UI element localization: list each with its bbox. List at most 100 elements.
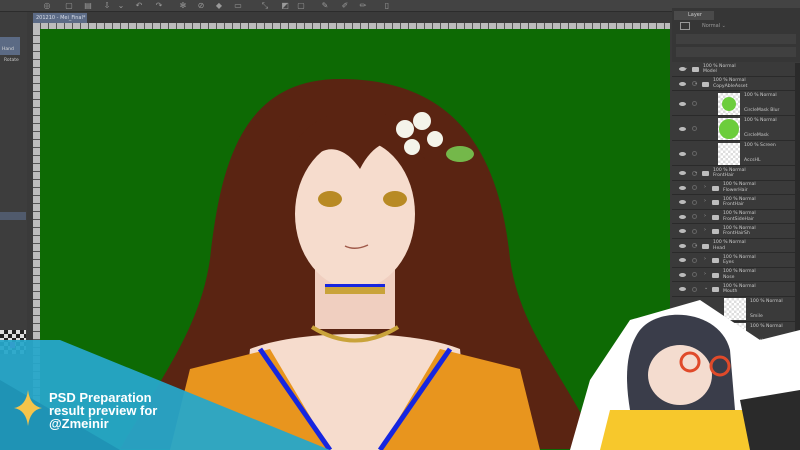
layer-row[interactable]: › 100 % Normal FlowerHair (672, 180, 800, 195)
folder-icon (712, 258, 719, 264)
layer-name: FrontHairSh (723, 231, 750, 236)
layer-row[interactable]: › 100 % Normal FrontHairSh (672, 224, 800, 239)
settings-icon[interactable]: ✻ (178, 1, 188, 10)
fill-icon[interactable]: ◆ (214, 1, 224, 10)
brush-icon[interactable]: ✐ (340, 1, 350, 10)
visibility-eye-icon[interactable] (679, 287, 686, 292)
undo-icon[interactable]: ↶ (134, 1, 144, 10)
layer-row[interactable]: 100 % Normal CircleMask Blur (672, 91, 800, 116)
layer-row[interactable]: › 100 % Normal FrontHair (672, 195, 800, 210)
layer-row[interactable]: › 100 % Normal Nose (672, 267, 800, 282)
folder-icon (702, 243, 709, 249)
visibility-eye-icon[interactable] (679, 101, 686, 106)
layer-lock-checkbox[interactable] (692, 185, 697, 191)
layer-toolbar-2 (676, 47, 796, 57)
visibility-eye-icon[interactable] (679, 126, 686, 131)
layer-row[interactable]: ⌄ 100 % Normal Model (672, 62, 800, 77)
open-folder-icon[interactable]: ▤ (83, 1, 93, 10)
layer-row[interactable]: 100 % Normal CircleMask (672, 116, 800, 141)
layer-row[interactable]: ⌄ 100 % Normal FrontHair (672, 166, 800, 181)
visibility-eye-icon[interactable] (679, 258, 686, 263)
hand-tool-button[interactable]: Hand (0, 45, 20, 55)
expand-chevron-icon[interactable]: ⌄ (704, 286, 708, 292)
layer-row[interactable]: ⌄ 100 % Normal CopyAbleAsset (672, 76, 800, 91)
expand-chevron-icon[interactable]: ⌄ (694, 80, 698, 87)
layer-lock-checkbox[interactable] (692, 126, 697, 131)
layer-lock-checkbox[interactable] (692, 228, 697, 234)
layer-row[interactable]: › 100 % Normal FrontSideHair (672, 209, 800, 224)
expand-chevron-icon[interactable]: › (704, 228, 706, 234)
folder-icon (712, 287, 719, 293)
layer-name: Eyes (723, 260, 734, 265)
expand-chevron-icon[interactable]: › (704, 199, 706, 205)
crop-icon[interactable]: ▭ (233, 1, 243, 10)
folder-icon (712, 272, 719, 278)
layer-row[interactable]: › 100 % Normal Eyes (672, 253, 800, 268)
save-icon[interactable]: ⇩ (102, 1, 112, 10)
gradient-icon[interactable]: ◩ (280, 1, 290, 10)
blend-dropdown-icon[interactable] (680, 22, 690, 30)
visibility-eye-icon[interactable] (679, 200, 686, 205)
chevron-down-icon[interactable]: ⌄ (116, 1, 126, 10)
layer-lock-checkbox[interactable] (692, 151, 697, 156)
layer-name: CopyAbleAsset (713, 83, 748, 89)
redo-icon[interactable]: ↷ (154, 1, 164, 10)
subtool-header (0, 212, 26, 220)
visibility-eye-icon[interactable] (679, 151, 686, 156)
expand-chevron-icon[interactable]: ⌄ (694, 170, 698, 176)
tool-tab[interactable] (0, 37, 20, 45)
blend-mode-select[interactable]: Normal ⌄ (702, 22, 732, 31)
promo-handle: @Zmeinir (49, 416, 109, 431)
rotate-label: Rotate (4, 58, 19, 63)
clear-icon[interactable]: ⊘ (196, 1, 206, 10)
layer-name: FrontHair (713, 173, 735, 178)
eye-right (383, 191, 407, 207)
expand-chevron-icon[interactable]: ⌄ (694, 242, 698, 249)
layer-lock-checkbox[interactable] (692, 199, 697, 205)
expand-chevron-icon[interactable]: › (704, 271, 706, 278)
document-tab[interactable]: 201210 - Mei_Final* × (33, 13, 87, 31)
navigator-icon[interactable]: ◎ (42, 1, 52, 10)
expand-chevron-icon[interactable]: › (704, 257, 706, 263)
folder-icon (712, 185, 719, 191)
layer-tab[interactable]: Layer (674, 11, 714, 20)
layer-name: FlowerHair (723, 187, 748, 193)
layer-row[interactable]: 100 % Screen AccsHL (672, 141, 800, 166)
transform-icon[interactable]: ⤡ (260, 1, 270, 10)
layer-name: CircleMask Blur (744, 108, 780, 113)
visibility-eye-icon[interactable] (679, 214, 686, 219)
expand-chevron-icon[interactable]: › (704, 213, 706, 220)
visibility-eye-icon[interactable] (679, 185, 686, 190)
layer-lock-checkbox[interactable] (692, 214, 697, 220)
expand-chevron-icon[interactable]: ⌄ (684, 66, 688, 72)
visibility-eye-icon[interactable] (679, 81, 686, 86)
layer-lock-checkbox[interactable] (692, 272, 697, 278)
layer-lock-checkbox[interactable] (692, 101, 697, 106)
folder-icon (712, 214, 719, 220)
folder-icon (702, 171, 709, 177)
layer-row[interactable]: ⌄ 100 % Normal Head (672, 238, 800, 253)
layer-lock-checkbox[interactable] (692, 257, 697, 263)
visibility-eye-icon[interactable] (679, 171, 686, 176)
selection-icon[interactable]: ▢ (296, 1, 306, 10)
folder-icon (692, 67, 699, 73)
layer-blend-mode: 100 % Screen (744, 143, 776, 148)
layer-name: Model (703, 69, 717, 74)
layer-row[interactable]: ⌄ 100 % Normal Mouth (672, 282, 800, 297)
layer-name: FrontHair (723, 202, 745, 207)
layer-name: Nose (723, 274, 735, 280)
phone-icon[interactable]: ▯ (382, 1, 392, 10)
layer-name: Head (713, 245, 726, 251)
layer-name: Mouth (723, 289, 738, 294)
layer-toolbar-1 (676, 34, 796, 44)
layer-lock-checkbox[interactable] (692, 286, 697, 292)
expand-chevron-icon[interactable]: › (704, 184, 706, 191)
pencil-icon[interactable]: ✏ (358, 1, 368, 10)
pen-tool-icon[interactable]: ✎ (320, 1, 330, 10)
visibility-eye-icon[interactable] (679, 243, 686, 248)
new-file-icon[interactable]: ▢ (64, 1, 74, 10)
folder-icon (702, 81, 709, 87)
visibility-eye-icon[interactable] (679, 229, 686, 234)
layer-name: FrontSideHair (723, 216, 754, 222)
visibility-eye-icon[interactable] (679, 272, 686, 277)
